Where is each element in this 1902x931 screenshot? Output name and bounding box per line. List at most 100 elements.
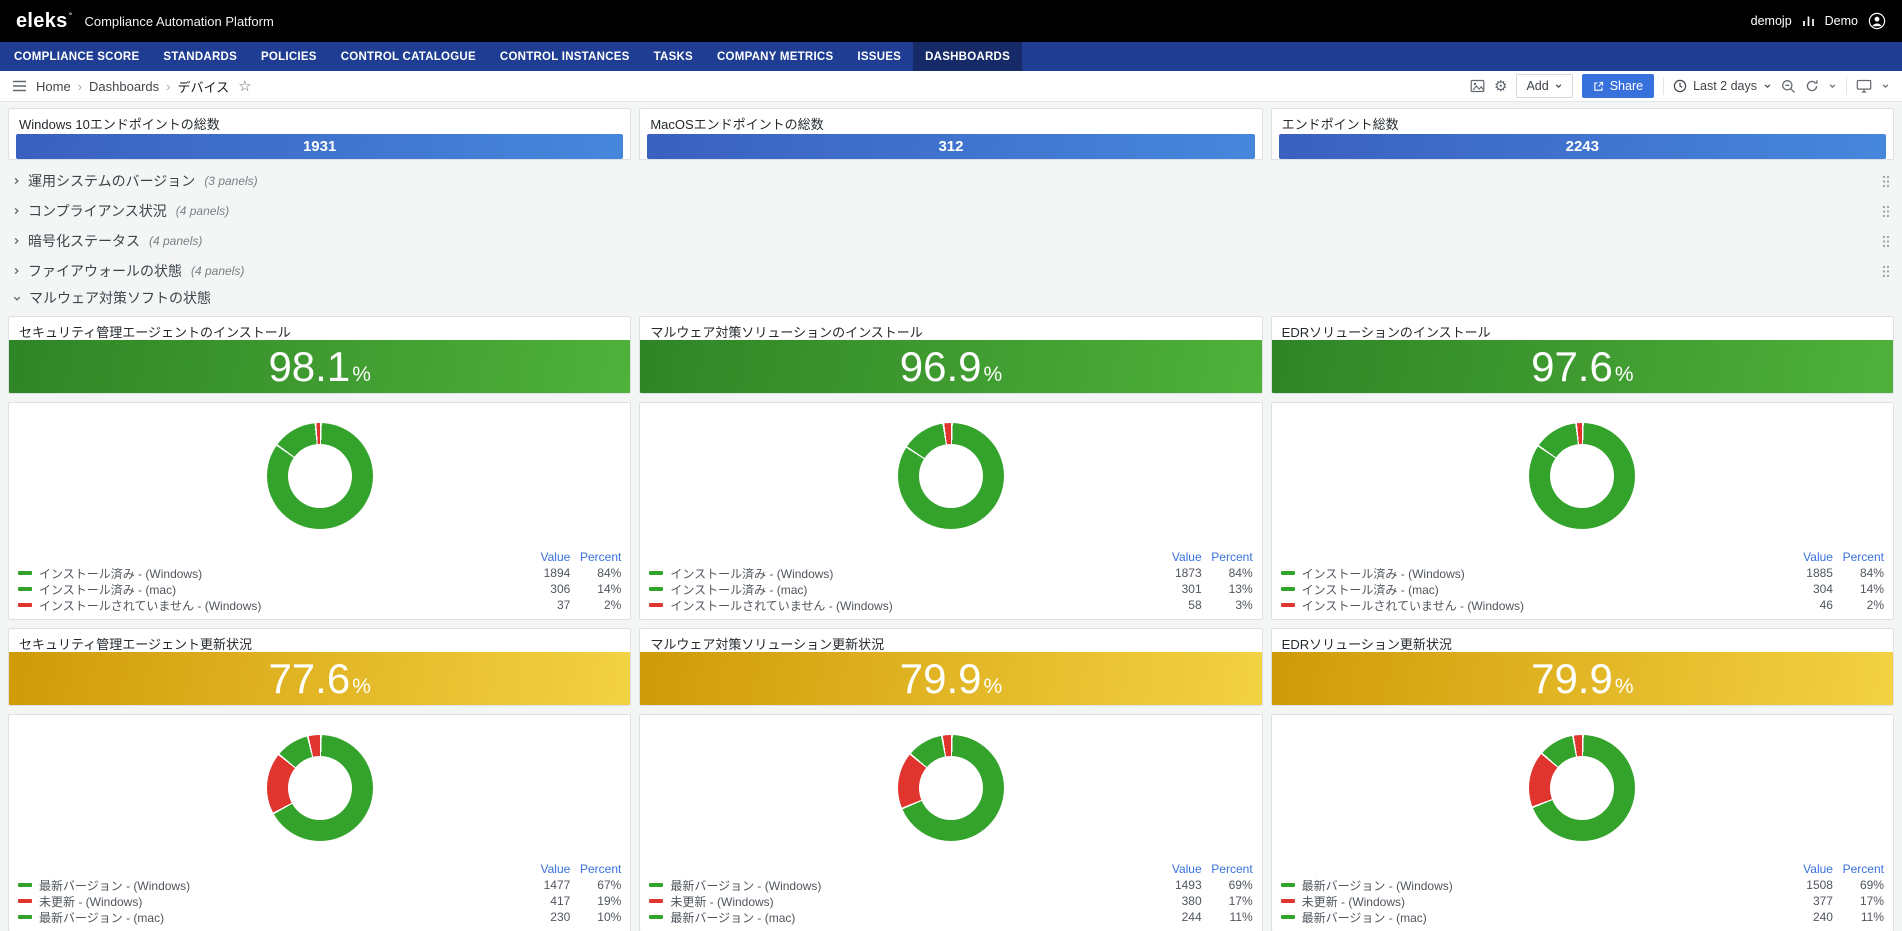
- menu-toggle-icon[interactable]: [12, 80, 27, 92]
- series-label[interactable]: インストールされていません - (Windows): [670, 597, 1137, 614]
- legend-row[interactable]: インストール済み - (mac)30113%: [649, 581, 1255, 597]
- panel-title[interactable]: マルウェア対策ソリューションのインストール: [640, 317, 1261, 340]
- legend-row[interactable]: インストールされていません - (Windows)583%: [649, 597, 1255, 613]
- legend-row[interactable]: 最新バージョン - (Windows)147767%: [18, 877, 624, 893]
- nav-compliance-score[interactable]: COMPLIANCE SCORE: [2, 42, 151, 71]
- legend-row[interactable]: インストールされていません - (Windows)372%: [18, 597, 624, 613]
- nav-control-catalogue[interactable]: CONTROL CATALOGUE: [329, 42, 488, 71]
- legend-row[interactable]: インストール済み - (mac)30414%: [1281, 581, 1887, 597]
- series-label[interactable]: 最新バージョン - (mac): [670, 909, 1137, 926]
- legend-row[interactable]: インストール済み - (mac)30614%: [18, 581, 624, 597]
- legend-value-header[interactable]: Value: [1138, 862, 1202, 876]
- series-label[interactable]: 最新バージョン - (mac): [1302, 909, 1769, 926]
- drag-handle-icon[interactable]: [1882, 205, 1890, 218]
- legend-row[interactable]: 最新バージョン - (mac)23010%: [18, 909, 624, 925]
- favorite-star-icon[interactable]: ☆: [238, 77, 251, 95]
- panel-title[interactable]: Windows 10エンドポイントの総数: [9, 109, 630, 132]
- toolbar-collapse-chevron-icon[interactable]: [1881, 82, 1890, 90]
- legend-row[interactable]: 最新バージョン - (mac)24011%: [1281, 909, 1887, 925]
- legend-value-header[interactable]: Value: [506, 550, 570, 564]
- refresh-interval-chevron-icon[interactable]: [1828, 82, 1837, 90]
- legend-value-header[interactable]: Value: [506, 862, 570, 876]
- series-label[interactable]: インストール済み - (mac): [670, 581, 1137, 598]
- series-label[interactable]: インストール済み - (Windows): [39, 565, 506, 582]
- nav-issues[interactable]: ISSUES: [845, 42, 913, 71]
- legend-percent-header[interactable]: Percent: [570, 862, 624, 876]
- legend-percent-header[interactable]: Percent: [570, 550, 624, 564]
- series-label[interactable]: 未更新 - (Windows): [670, 893, 1137, 910]
- bar-chart-icon[interactable]: [1802, 15, 1815, 27]
- legend-row[interactable]: 未更新 - (Windows)38017%: [649, 893, 1255, 909]
- panel-title[interactable]: EDRソリューション更新状況: [1272, 629, 1893, 652]
- series-label[interactable]: インストール済み - (Windows): [1302, 565, 1769, 582]
- kiosk-mode-icon[interactable]: [1856, 79, 1872, 93]
- legend-row[interactable]: 最新バージョン - (Windows)150869%: [1281, 877, 1887, 893]
- legend-row[interactable]: インストール済み - (Windows)189484%: [18, 565, 624, 581]
- legend-percent-header[interactable]: Percent: [1202, 862, 1256, 876]
- panel-title[interactable]: エンドポイント総数: [1272, 109, 1893, 132]
- row-antimalware-status[interactable]: マルウェア対策ソフトの状態: [8, 288, 1894, 308]
- nav-control-instances[interactable]: CONTROL INSTANCES: [488, 42, 642, 71]
- zoom-out-icon[interactable]: [1781, 79, 1796, 94]
- nav-standards[interactable]: STANDARDS: [151, 42, 249, 71]
- nav-company-metrics[interactable]: COMPANY METRICS: [705, 42, 845, 71]
- row-compliance-status[interactable]: コンプライアンス状況 (4 panels): [8, 198, 1894, 224]
- panel-title[interactable]: EDRソリューションのインストール: [1272, 317, 1893, 340]
- series-label[interactable]: 最新バージョン - (Windows): [670, 877, 1137, 894]
- user-avatar-icon[interactable]: [1868, 12, 1886, 30]
- series-label[interactable]: 最新バージョン - (Windows): [1302, 877, 1769, 894]
- series-label[interactable]: インストール済み - (Windows): [670, 565, 1137, 582]
- refresh-icon[interactable]: [1805, 79, 1819, 93]
- series-label[interactable]: インストールされていません - (Windows): [1302, 597, 1769, 614]
- legend-value-header[interactable]: Value: [1138, 550, 1202, 564]
- series-label[interactable]: 最新バージョン - (Windows): [39, 877, 506, 894]
- legend-percent-header[interactable]: Percent: [1833, 862, 1887, 876]
- legend-row[interactable]: インストール済み - (Windows)187384%: [649, 565, 1255, 581]
- add-button[interactable]: Add: [1516, 74, 1572, 98]
- series-label[interactable]: 最新バージョン - (mac): [39, 909, 506, 926]
- nav-tasks[interactable]: TASKS: [642, 42, 705, 71]
- tenant-name[interactable]: demojp: [1751, 14, 1792, 28]
- breadcrumb-home[interactable]: Home: [36, 79, 71, 94]
- time-range-picker[interactable]: Last 2 days: [1673, 79, 1772, 93]
- legend-row[interactable]: 未更新 - (Windows)41719%: [18, 893, 624, 909]
- drag-handle-icon[interactable]: [1882, 265, 1890, 278]
- panel-title[interactable]: セキュリティ管理エージェントのインストール: [9, 317, 630, 340]
- nav-policies[interactable]: POLICIES: [249, 42, 329, 71]
- legend-percent-header[interactable]: Percent: [1833, 550, 1887, 564]
- legend-row[interactable]: 最新バージョン - (mac)24411%: [649, 909, 1255, 925]
- user-name[interactable]: Demo: [1825, 14, 1858, 28]
- donut-chart[interactable]: [1529, 423, 1635, 529]
- drag-handle-icon[interactable]: [1882, 175, 1890, 188]
- panel-title[interactable]: マルウェア対策ソリューション更新状況: [640, 629, 1261, 652]
- settings-gear-icon[interactable]: ⚙: [1494, 79, 1507, 94]
- series-label[interactable]: インストール済み - (mac): [1302, 581, 1769, 598]
- series-label[interactable]: 未更新 - (Windows): [39, 893, 506, 910]
- legend-row[interactable]: インストール済み - (Windows)188584%: [1281, 565, 1887, 581]
- series-label[interactable]: 未更新 - (Windows): [1302, 893, 1769, 910]
- legend-value-header[interactable]: Value: [1769, 862, 1833, 876]
- panel-title[interactable]: MacOSエンドポイントの総数: [640, 109, 1261, 132]
- row-firewall-status[interactable]: ファイアウォールの状態 (4 panels): [8, 258, 1894, 284]
- chart-legend: Value Percent 最新バージョン - (Windows)147767%…: [9, 860, 630, 931]
- series-label[interactable]: インストールされていません - (Windows): [39, 597, 506, 614]
- legend-percent-header[interactable]: Percent: [1202, 550, 1256, 564]
- panel-title[interactable]: セキュリティ管理エージェント更新状況: [9, 629, 630, 652]
- breadcrumb-dashboards[interactable]: Dashboards: [89, 79, 159, 94]
- donut-chart[interactable]: [267, 423, 373, 529]
- series-label[interactable]: インストール済み - (mac): [39, 581, 506, 598]
- nav-dashboards[interactable]: DASHBOARDS: [913, 42, 1022, 71]
- row-os-versions[interactable]: 運用システムのバージョン (3 panels): [8, 168, 1894, 194]
- share-button[interactable]: Share: [1582, 74, 1654, 98]
- donut-chart[interactable]: [898, 735, 1004, 841]
- legend-row[interactable]: 最新バージョン - (Windows)149369%: [649, 877, 1255, 893]
- legend-row[interactable]: インストールされていません - (Windows)462%: [1281, 597, 1887, 613]
- donut-chart[interactable]: [1529, 735, 1635, 841]
- donut-chart[interactable]: [898, 423, 1004, 529]
- legend-row[interactable]: 未更新 - (Windows)37717%: [1281, 893, 1887, 909]
- donut-chart[interactable]: [267, 735, 373, 841]
- legend-value-header[interactable]: Value: [1769, 550, 1833, 564]
- drag-handle-icon[interactable]: [1882, 235, 1890, 248]
- row-encryption-status[interactable]: 暗号化ステータス (4 panels): [8, 228, 1894, 254]
- export-image-icon[interactable]: [1470, 79, 1485, 93]
